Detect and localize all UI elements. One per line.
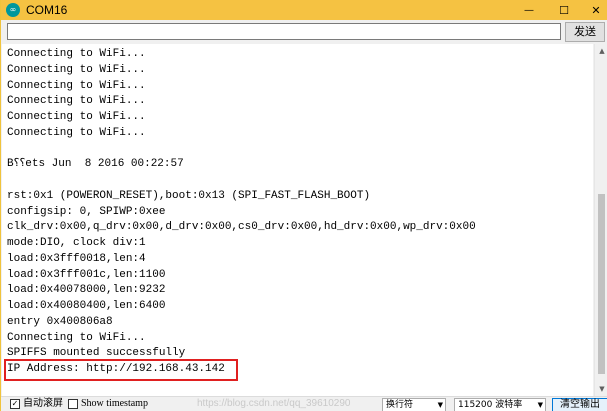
line-ending-value: 换行符: [386, 400, 414, 410]
output-line: B⸮⸮ets Jun 8 2016 00:22:57: [7, 158, 184, 171]
output-line: clk_drv:0x00,q_drv:0x00,d_drv:0x00,cs0_d…: [7, 221, 476, 234]
autoscroll-label: 自动滚屏: [23, 398, 63, 409]
show-timestamp-label: Show timestamp: [81, 398, 148, 409]
line-ending-select[interactable]: 换行符 ▼: [382, 398, 446, 411]
autoscroll-checkbox[interactable]: ✓: [10, 399, 20, 409]
chevron-down-icon: ▼: [437, 401, 443, 409]
arduino-app-icon: ∞: [6, 3, 20, 17]
output-line: Connecting to WiFi...: [7, 331, 146, 344]
output-line: load:0x3fff001c,len:1100: [7, 268, 166, 281]
send-button[interactable]: 发送: [565, 22, 605, 42]
output-line: Connecting to WiFi...: [7, 95, 146, 108]
scroll-thumb[interactable]: [598, 194, 605, 374]
minimize-button[interactable]: —: [514, 0, 544, 20]
show-timestamp-checkbox[interactable]: [68, 399, 78, 409]
send-input[interactable]: [7, 23, 561, 40]
output-line: IP Address: http://192.168.43.142: [7, 363, 225, 375]
output-line: load:0x3fff0018,len:4: [7, 252, 146, 265]
output-line: load:0x40078000,len:9232: [7, 284, 166, 297]
window-title: COM16: [26, 3, 68, 17]
serial-monitor-window: ∞ COM16 — ☐ ✕ 发送 Connecting to WiFi... Co…: [0, 0, 607, 411]
maximize-button[interactable]: ☐: [549, 0, 579, 20]
baud-rate-value: 115200 波特率: [458, 400, 523, 410]
watermark-text: https://blog.csdn.net/qq_39610290: [197, 398, 351, 409]
output-line: Connecting to WiFi...: [7, 48, 146, 60]
checkmark-icon: ✓: [11, 399, 19, 408]
close-button[interactable]: ✕: [581, 0, 607, 20]
output-line: entry 0x400806a8: [7, 315, 113, 328]
send-row: 发送: [1, 20, 607, 44]
bottom-bar: ✓ 自动滚屏 Show timestamp https://blog.csdn.…: [1, 396, 607, 411]
maximize-icon: ☐: [559, 3, 569, 17]
scroll-up-icon[interactable]: ▲: [597, 46, 607, 56]
title-bar: ∞ COM16 — ☐ ✕: [1, 0, 607, 20]
output-line: Connecting to WiFi...: [7, 63, 146, 76]
vertical-scrollbar[interactable]: ▲ ▼: [594, 44, 607, 396]
output-line: mode:DIO, clock div:1: [7, 237, 146, 249]
output-line: SPIFFS mounted successfully: [7, 347, 186, 360]
output-line: Connecting to WiFi...: [7, 111, 146, 123]
output-line: rst:0x1 (POWERON_RESET),boot:0x13 (SPI_F…: [7, 189, 371, 202]
output-line: Connecting to WiFi...: [7, 79, 146, 92]
output-line: configsip: 0, SPIWP:0xee: [7, 205, 166, 218]
minimize-icon: —: [524, 4, 534, 16]
close-icon: ✕: [591, 3, 601, 17]
clear-output-button[interactable]: 清空输出: [552, 398, 607, 411]
scroll-down-icon[interactable]: ▼: [597, 384, 607, 394]
output-line: load:0x40080400,len:6400: [7, 300, 166, 312]
baud-rate-select[interactable]: 115200 波特率 ▼: [454, 398, 546, 411]
output-line: Connecting to WiFi...: [7, 126, 146, 139]
chevron-down-icon: ▼: [537, 401, 543, 409]
serial-output-area[interactable]: Connecting to WiFi... Connecting to WiFi.…: [2, 44, 593, 396]
